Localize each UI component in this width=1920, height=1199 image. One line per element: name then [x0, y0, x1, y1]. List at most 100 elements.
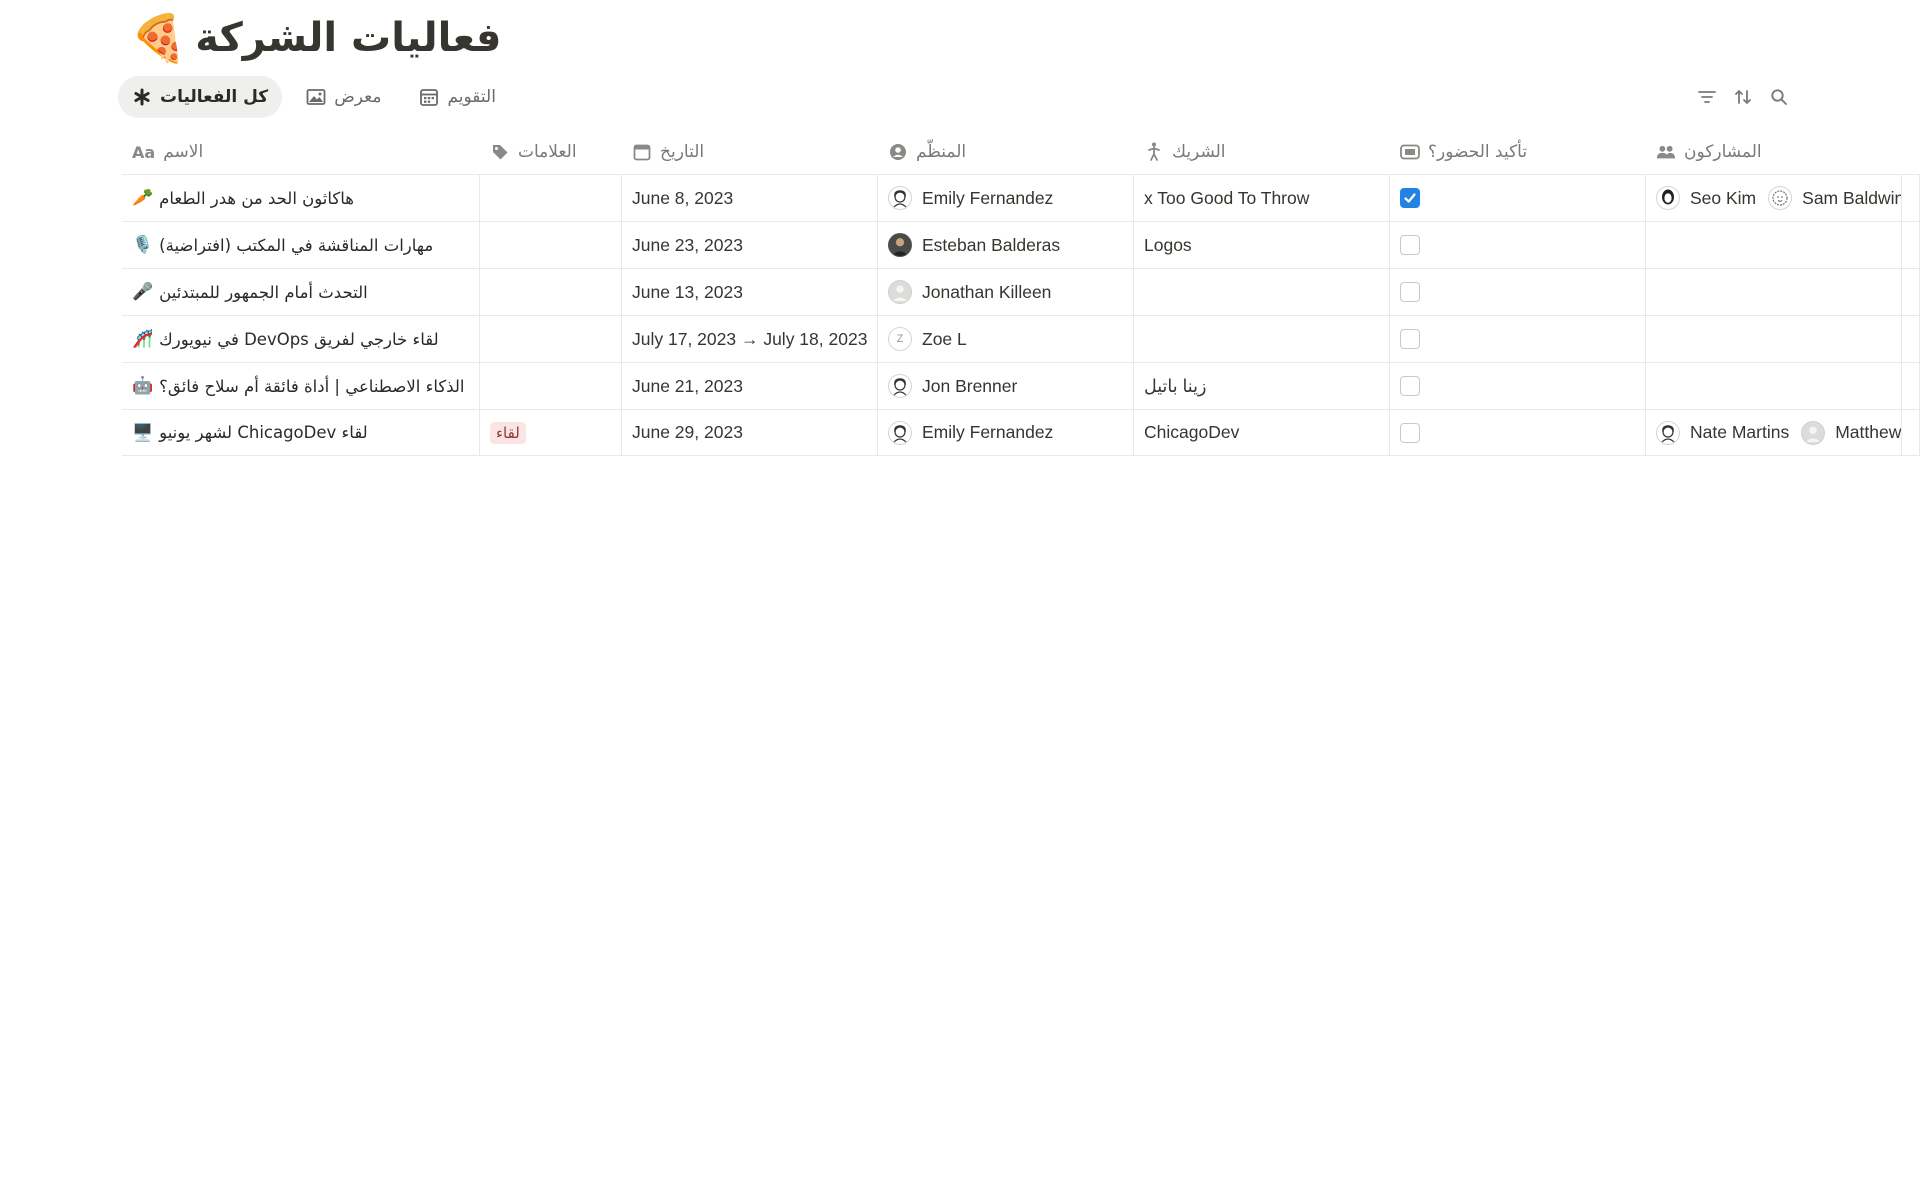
cell-overflow: [1902, 175, 1920, 221]
participant-name: Sam Baldwin: [1802, 187, 1902, 208]
cell-partner[interactable]: ChicagoDev: [1134, 410, 1390, 455]
event-emoji-icon: 🎤: [132, 282, 154, 301]
cell-partner[interactable]: زينا باتيل: [1134, 363, 1390, 409]
organizer-name: Jon Brenner: [922, 375, 1018, 396]
checkbox-type-icon: [1400, 142, 1420, 162]
view-tabs: كل الفعاليات معرض التقويم: [118, 76, 510, 118]
column-confirm-label: تأكيد الحضور؟: [1428, 142, 1528, 162]
cell-organizer[interactable]: Jon Brenner: [878, 363, 1134, 409]
cell-organizer[interactable]: Jonathan Killeen: [878, 269, 1134, 315]
event-date: June 13, 2023: [632, 281, 743, 302]
cell-tags[interactable]: [480, 316, 622, 362]
organizer-name: Jonathan Killeen: [922, 281, 1052, 302]
partner-name: Logos: [1144, 234, 1192, 255]
cell-participants[interactable]: [1646, 363, 1902, 409]
cell-confirm: [1390, 316, 1646, 362]
column-header-confirm[interactable]: تأكيد الحضور؟: [1390, 130, 1646, 174]
filter-icon[interactable]: [1696, 86, 1718, 108]
gallery-icon: [306, 87, 326, 107]
calendar-icon: [632, 142, 652, 162]
cell-confirm: [1390, 269, 1646, 315]
person-circle-icon: [888, 142, 908, 162]
search-icon[interactable]: [1768, 86, 1790, 108]
tab-all-events[interactable]: كل الفعاليات: [118, 76, 283, 118]
column-partner-label: الشريك: [1172, 142, 1226, 162]
cell-participants[interactable]: Seo Kim Sam Baldwin: [1646, 175, 1902, 221]
attendance-checkbox[interactable]: [1400, 282, 1420, 302]
cell-participants[interactable]: Nate Martins Matthew: [1646, 410, 1902, 455]
event-emoji-icon: 🖥️: [132, 422, 154, 442]
cell-tags[interactable]: لقاء: [480, 410, 622, 455]
cell-name[interactable]: 🎤 التحدث أمام الجمهور للمبتدئين: [122, 269, 480, 315]
cell-date[interactable]: June 29, 2023: [622, 410, 878, 455]
cell-participants[interactable]: [1646, 316, 1902, 362]
column-header-partner[interactable]: الشريك: [1134, 130, 1390, 174]
cell-name[interactable]: 🤖 الذكاء الاصطناعي | أداة فائقة أم سلاح ف…: [122, 363, 480, 409]
participant-name: Nate Martins: [1690, 422, 1790, 442]
cell-organizer[interactable]: Esteban Balderas: [878, 222, 1134, 268]
tab-gallery[interactable]: معرض: [292, 76, 395, 118]
cell-participants[interactable]: [1646, 222, 1902, 268]
table-row[interactable]: 🎤 التحدث أمام الجمهور للمبتدئين June 13, 2…: [122, 268, 1920, 315]
table-row[interactable]: 🥕 هاكاثون الحد من هدر الطعام June 8, 2023 E…: [122, 174, 1920, 221]
cell-tags[interactable]: [480, 222, 622, 268]
cell-partner[interactable]: [1134, 269, 1390, 315]
cell-name[interactable]: 🖥️ لشهر يونيو ChicagoDev لقاء: [122, 410, 480, 455]
column-header-participants[interactable]: المشاركون: [1646, 130, 1902, 174]
organizer-name: Esteban Balderas: [922, 234, 1061, 255]
page-title-row: 🍕 فعاليات الشركة: [130, 10, 501, 66]
sort-icon[interactable]: [1732, 86, 1754, 108]
tab-calendar[interactable]: التقويم: [405, 76, 509, 118]
events-table: Aa الاسم العلامات التاريخ المنظّم الشريك…: [122, 130, 1920, 456]
table-row[interactable]: 🎢 في نيويورك DevOps لقاء خارجي لفريق July …: [122, 315, 1920, 362]
cell-confirm: [1390, 175, 1646, 221]
cell-date[interactable]: July 17, 2023 → July 18, 2023: [622, 316, 878, 362]
cell-date[interactable]: June 8, 2023: [622, 175, 878, 221]
attendance-checkbox[interactable]: [1400, 376, 1420, 396]
people-icon: [1656, 142, 1676, 162]
avatar: [1801, 420, 1826, 445]
cell-organizer[interactable]: Emily Fernandez: [878, 175, 1134, 221]
table-row[interactable]: 🎙️ مهارات المناقشة في المكتب (افتراضية) Ju…: [122, 221, 1920, 268]
column-header-date[interactable]: التاريخ: [622, 130, 878, 174]
page-title[interactable]: فعاليات الشركة: [195, 10, 501, 66]
column-header-tags[interactable]: العلامات: [480, 130, 622, 174]
cell-name[interactable]: 🎙️ مهارات المناقشة في المكتب (افتراضية): [122, 222, 480, 268]
cell-name[interactable]: 🥕 هاكاثون الحد من هدر الطعام: [122, 175, 480, 221]
event-date: July 17, 2023 → July 18, 2023: [632, 328, 868, 349]
cell-partner[interactable]: [1134, 316, 1390, 362]
cell-tags[interactable]: [480, 175, 622, 221]
cell-participants[interactable]: [1646, 269, 1902, 315]
cell-partner[interactable]: x Too Good To Throw: [1134, 175, 1390, 221]
toolbar: [1696, 86, 1790, 108]
cell-tags[interactable]: [480, 363, 622, 409]
participant-name: Seo Kim: [1690, 187, 1757, 208]
cell-organizer[interactable]: Emily Fernandez: [878, 410, 1134, 455]
table-row[interactable]: 🖥️ لشهر يونيو ChicagoDev لقاء لقاء June 29,…: [122, 409, 1920, 456]
column-name-label: الاسم: [163, 142, 204, 162]
participant-name: Matthew: [1835, 422, 1902, 442]
attendance-checkbox[interactable]: [1400, 188, 1420, 208]
cell-name[interactable]: 🎢 في نيويورك DevOps لقاء خارجي لفريق: [122, 316, 480, 362]
calendar-icon: [419, 87, 439, 107]
cell-organizer[interactable]: Z Zoe L: [878, 316, 1134, 362]
avatar: [888, 186, 912, 210]
attendance-checkbox[interactable]: [1400, 235, 1420, 255]
cell-partner[interactable]: Logos: [1134, 222, 1390, 268]
attendance-checkbox[interactable]: [1400, 422, 1420, 443]
cell-confirm: [1390, 363, 1646, 409]
column-tags-label: العلامات: [518, 142, 577, 162]
event-emoji-icon: 🎢: [132, 329, 154, 348]
cell-date[interactable]: June 21, 2023: [622, 363, 878, 409]
table-body: 🥕 هاكاثون الحد من هدر الطعام June 8, 2023 E…: [122, 174, 1920, 456]
person-walking-icon: [1144, 142, 1164, 162]
organizer-name: Emily Fernandez: [922, 422, 1054, 442]
cell-overflow: [1902, 316, 1920, 362]
cell-date[interactable]: June 13, 2023: [622, 269, 878, 315]
column-header-organizer[interactable]: المنظّم: [878, 130, 1134, 174]
column-header-name[interactable]: Aa الاسم: [122, 130, 480, 174]
cell-date[interactable]: June 23, 2023: [622, 222, 878, 268]
attendance-checkbox[interactable]: [1400, 329, 1420, 349]
cell-tags[interactable]: [480, 269, 622, 315]
table-row[interactable]: 🤖 الذكاء الاصطناعي | أداة فائقة أم سلاح ف…: [122, 362, 1920, 409]
